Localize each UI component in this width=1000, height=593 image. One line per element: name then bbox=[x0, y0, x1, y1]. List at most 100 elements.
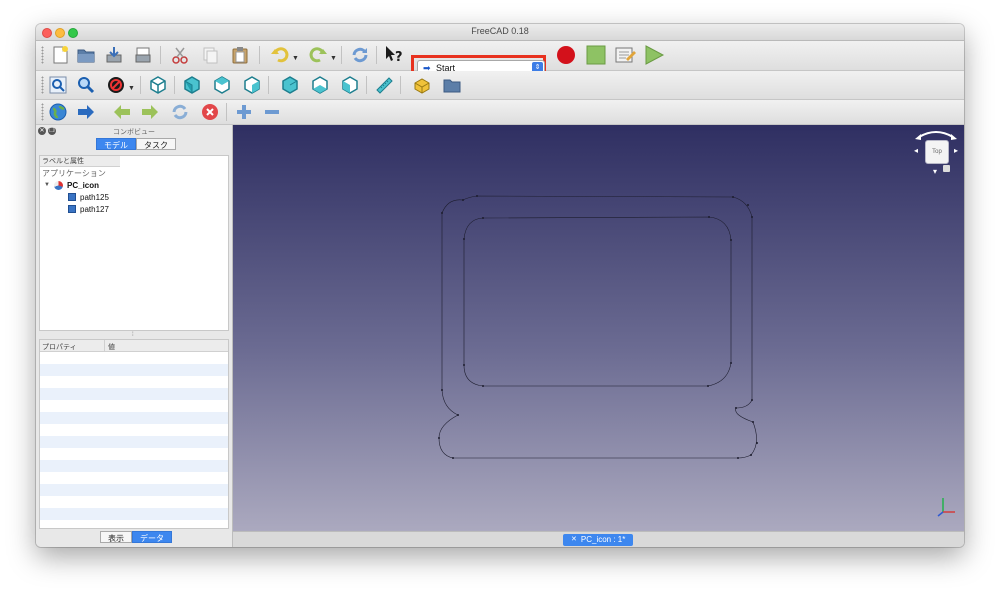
create-part-icon[interactable] bbox=[410, 73, 434, 97]
property-tabs: 表示 データ bbox=[100, 531, 172, 543]
tab-view[interactable]: 表示 bbox=[100, 531, 132, 543]
tree-item-object[interactable]: path125 bbox=[68, 191, 109, 203]
draw-style-icon[interactable] bbox=[104, 73, 128, 97]
navcube-right-arrow-icon[interactable]: ▸ bbox=[954, 146, 958, 155]
web-browser-icon[interactable] bbox=[46, 100, 70, 124]
toolbar-separator bbox=[259, 46, 260, 64]
document-label: PC_icon bbox=[67, 180, 100, 190]
object-label: path127 bbox=[80, 204, 109, 214]
copy-icon[interactable] bbox=[198, 43, 222, 67]
panel-splitter[interactable]: ⁞ bbox=[132, 332, 134, 338]
new-document-icon[interactable] bbox=[48, 43, 72, 67]
redo-dropdown-icon[interactable]: ▼ bbox=[330, 55, 337, 62]
close-tab-icon[interactable]: ✕ bbox=[571, 534, 577, 546]
web-toolbar bbox=[36, 100, 964, 125]
left-view-icon[interactable] bbox=[338, 73, 362, 97]
fit-selection-icon[interactable] bbox=[74, 73, 98, 97]
redo-icon[interactable] bbox=[306, 43, 330, 67]
top-view-icon[interactable] bbox=[210, 73, 234, 97]
outer-outline-path bbox=[438, 195, 757, 459]
tab-data[interactable]: データ bbox=[132, 531, 172, 543]
save-icon[interactable] bbox=[102, 43, 126, 67]
navcube-down-arrow-icon[interactable]: ▾ bbox=[933, 167, 937, 176]
cube-icon bbox=[68, 205, 76, 213]
document-tab-label: PC_icon : 1* bbox=[580, 535, 626, 544]
freecad-window: FreeCAD 0.18 ▼ ▼ ? ➡ Start ⇕ ▼ ✕ ❐ コンボビュ… bbox=[36, 24, 964, 547]
document-tab-bar: ✕ PC_icon : 1* bbox=[233, 531, 964, 547]
measure-distance-icon[interactable] bbox=[372, 73, 396, 97]
navigate-back-icon[interactable] bbox=[110, 100, 134, 124]
main-toolbar: ▼ ▼ ? ➡ Start ⇕ bbox=[36, 41, 964, 80]
navcube-top-face[interactable]: Top bbox=[925, 140, 949, 164]
combo-view-title: コンボビュー bbox=[113, 129, 155, 136]
view-toolbar: ▼ bbox=[36, 71, 964, 100]
sketch-geometry bbox=[438, 195, 758, 459]
inner-outline-path bbox=[463, 216, 732, 387]
toolbar-separator bbox=[174, 76, 175, 94]
axis-cross-icon bbox=[937, 498, 955, 517]
open-folder-icon[interactable] bbox=[74, 43, 98, 67]
navigate-forward-icon[interactable] bbox=[138, 100, 162, 124]
window-title: FreeCAD 0.18 bbox=[471, 26, 529, 36]
rear-view-icon[interactable] bbox=[278, 73, 302, 97]
toolbar-separator bbox=[366, 76, 367, 94]
object-label: path125 bbox=[80, 192, 109, 202]
navcube-left-arrow-icon[interactable]: ◂ bbox=[914, 146, 918, 155]
record-macro-icon[interactable] bbox=[554, 43, 578, 67]
tab-task[interactable]: タスク bbox=[136, 138, 176, 150]
stop-loading-icon[interactable] bbox=[198, 100, 222, 124]
tree-section-label: アプリケーション bbox=[42, 169, 106, 178]
paste-icon[interactable] bbox=[228, 43, 252, 67]
property-column-header: プロパティ bbox=[42, 344, 77, 351]
toolbar-separator bbox=[376, 46, 377, 64]
toolbar-separator bbox=[268, 76, 269, 94]
edit-macro-icon[interactable] bbox=[613, 43, 637, 67]
refresh-icon[interactable] bbox=[348, 43, 372, 67]
front-view-icon[interactable] bbox=[180, 73, 204, 97]
whats-this-icon[interactable]: ? bbox=[382, 43, 406, 67]
toolbar-separator bbox=[341, 46, 342, 64]
zoom-in-icon[interactable] bbox=[232, 100, 256, 124]
toolbar-grip[interactable] bbox=[41, 103, 44, 121]
tree-item-document[interactable]: ▼ PC_icon bbox=[44, 179, 99, 191]
refresh-web-icon[interactable] bbox=[168, 100, 192, 124]
3d-viewport[interactable]: Top ◂ ▸ ▾ bbox=[233, 125, 964, 531]
navcube-menu-icon[interactable] bbox=[943, 165, 950, 172]
stop-macro-icon[interactable] bbox=[584, 43, 608, 67]
save-as-icon[interactable] bbox=[131, 43, 155, 67]
right-view-icon[interactable] bbox=[240, 73, 264, 97]
undo-icon[interactable] bbox=[268, 43, 292, 67]
property-view: プロパティ 値 bbox=[39, 339, 229, 529]
combo-view-header: ✕ ❐ コンボビュー bbox=[36, 125, 232, 137]
toolbar-separator bbox=[226, 103, 227, 121]
isometric-view-icon[interactable] bbox=[146, 73, 170, 97]
title-bar: FreeCAD 0.18 bbox=[36, 24, 964, 41]
cube-icon bbox=[68, 193, 76, 201]
tree-column-header: ラベルと属性 bbox=[40, 156, 120, 167]
expand-arrow-icon[interactable]: ▼ bbox=[44, 182, 54, 188]
zoom-out-icon[interactable] bbox=[260, 100, 284, 124]
model-tree: ラベルと属性 アプリケーション ▼ PC_icon path125 path12… bbox=[39, 155, 229, 331]
set-url-icon[interactable] bbox=[74, 100, 98, 124]
toolbar-grip[interactable] bbox=[41, 76, 44, 94]
run-macro-icon[interactable] bbox=[642, 43, 666, 67]
draw-style-dropdown-icon[interactable]: ▼ bbox=[128, 85, 135, 92]
tab-model[interactable]: モデル bbox=[96, 138, 136, 150]
document-icon bbox=[54, 180, 63, 190]
toolbar-grip[interactable] bbox=[41, 46, 44, 64]
create-group-icon[interactable] bbox=[440, 73, 464, 97]
svg-text:?: ? bbox=[395, 50, 403, 65]
cut-icon[interactable] bbox=[168, 43, 192, 67]
toolbar-separator bbox=[160, 46, 161, 64]
combo-view-panel: ✕ ❐ コンボビュー モデル タスク ラベルと属性 アプリケーション ▼ PC_… bbox=[36, 125, 233, 547]
fit-all-icon[interactable] bbox=[46, 73, 70, 97]
toolbar-separator bbox=[140, 76, 141, 94]
bottom-view-icon[interactable] bbox=[308, 73, 332, 97]
undo-dropdown-icon[interactable]: ▼ bbox=[292, 55, 299, 62]
property-header: プロパティ 値 bbox=[40, 340, 228, 352]
tree-item-object[interactable]: path127 bbox=[68, 203, 109, 215]
toolbar-separator bbox=[400, 76, 401, 94]
value-column-header: 値 bbox=[108, 344, 115, 351]
document-tab[interactable]: ✕ PC_icon : 1* bbox=[563, 534, 634, 546]
combo-tabs: モデル タスク bbox=[96, 138, 176, 150]
